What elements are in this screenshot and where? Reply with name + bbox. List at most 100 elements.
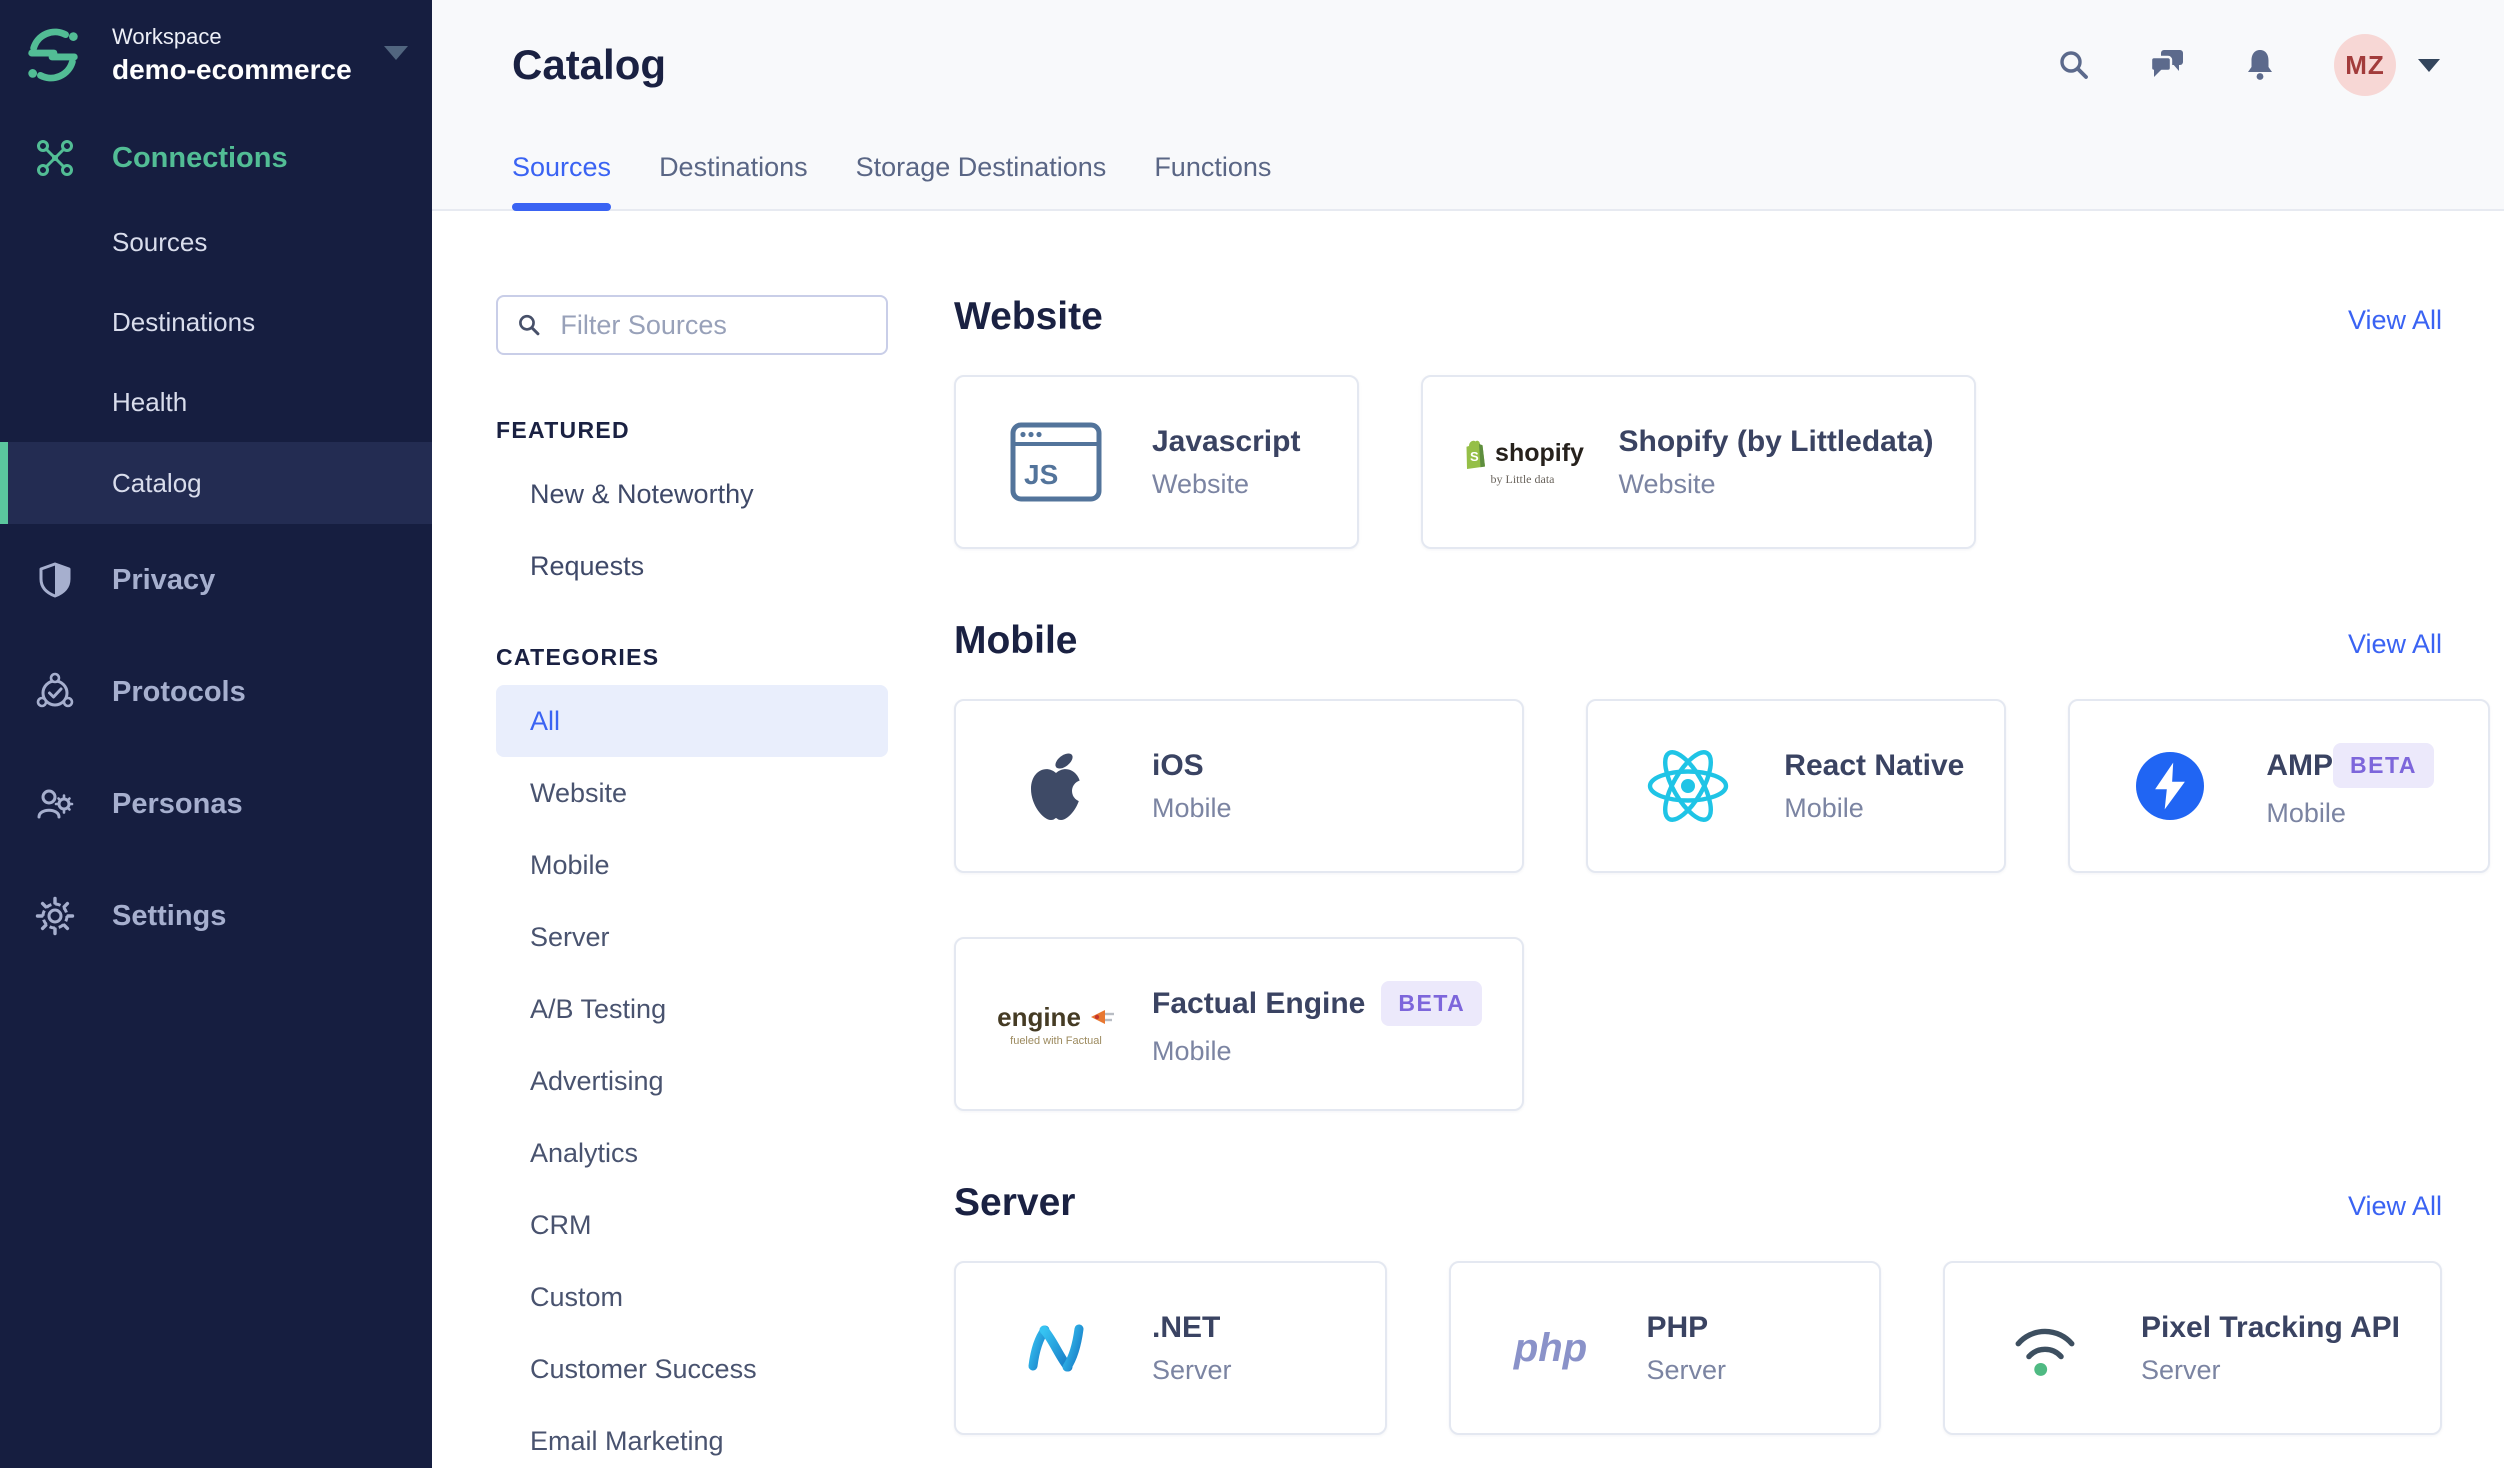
card-category: Mobile <box>1784 792 1864 823</box>
sidebar: Workspace demo-ecommerce Connections Sou… <box>0 0 432 1468</box>
card-category: Server <box>1152 1354 1232 1385</box>
beta-badge: BETA <box>1381 981 1483 1026</box>
sidebar-item-label: Privacy <box>112 563 216 596</box>
section-mobile: Mobile View All iOS Mobile React Native … <box>954 619 2490 1111</box>
category-item-advertising[interactable]: Advertising <box>496 1045 888 1117</box>
source-card-pixel-tracking-api[interactable]: Pixel Tracking API Server <box>1943 1261 2442 1435</box>
category-item-customer-success[interactable]: Customer Success <box>496 1333 888 1405</box>
category-item-custom[interactable]: Custom <box>496 1261 888 1333</box>
sidebar-item-label: Settings <box>112 899 227 932</box>
connections-icon <box>37 140 73 176</box>
workspace-switcher[interactable]: Workspace demo-ecommerce <box>0 0 432 86</box>
sidebar-item-label: Health <box>112 386 188 417</box>
active-indicator-bar <box>0 442 8 524</box>
tab-storage-destinations[interactable]: Storage Destinations <box>856 152 1107 209</box>
card-title: Pixel Tracking API <box>2141 1310 2400 1344</box>
page-title: Catalog <box>512 41 667 88</box>
category-item-server[interactable]: Server <box>496 901 888 973</box>
sidebar-item-personas[interactable]: Personas <box>0 748 432 860</box>
catalog-grid: Website View All JS Javascript Website S… <box>954 295 2490 1468</box>
tab-functions[interactable]: Functions <box>1154 152 1271 209</box>
sidebar-item-label: Protocols <box>112 675 246 708</box>
user-menu[interactable]: MZ <box>2334 34 2440 96</box>
sidebar-item-sources[interactable]: Sources <box>0 202 432 282</box>
category-item-mobile[interactable]: Mobile <box>496 829 888 901</box>
view-all-link[interactable]: View All <box>2348 629 2442 660</box>
filter-sources-box[interactable] <box>496 295 888 355</box>
chevron-down-icon[interactable] <box>2418 58 2440 72</box>
sidebar-item-label: Catalog <box>112 467 202 498</box>
workspace-name: demo-ecommerce <box>112 54 352 85</box>
featured-item-new-noteworthy[interactable]: New & Noteworthy <box>496 458 888 530</box>
workspace-text: Workspace demo-ecommerce <box>112 24 378 86</box>
source-card-dotnet[interactable]: .NET Server <box>954 1261 1387 1435</box>
featured-heading: FEATURED <box>496 417 630 443</box>
svg-text:S: S <box>1470 449 1479 464</box>
source-card-javascript[interactable]: JS Javascript Website <box>954 375 1359 549</box>
page-header: Catalog MZ Sources Destinations Storage … <box>432 0 2504 211</box>
workspace-label: Workspace <box>112 24 222 49</box>
beta-badge: BETA <box>2333 743 2434 788</box>
card-category: Server <box>1646 1354 1727 1385</box>
section-title: Server <box>954 1181 1076 1224</box>
search-icon <box>519 314 540 336</box>
sidebar-item-destinations[interactable]: Destinations <box>0 282 432 362</box>
featured-item-requests[interactable]: Requests <box>496 530 888 602</box>
filter-sources-input[interactable] <box>558 308 868 342</box>
sidebar-item-settings[interactable]: Settings <box>0 860 432 972</box>
dotnet-icon <box>1028 1324 1084 1372</box>
sidebar-bottom-nav: Privacy Protocols Personas Settings <box>0 524 432 972</box>
view-all-link[interactable]: View All <box>2348 305 2442 336</box>
source-card-php[interactable]: php PHP Server <box>1448 1261 1881 1435</box>
category-item-crm[interactable]: CRM <box>496 1189 888 1261</box>
card-category: Website <box>1152 468 1250 499</box>
search-icon[interactable] <box>2056 47 2092 83</box>
personas-icon <box>37 789 74 819</box>
card-category: Server <box>2141 1354 2221 1385</box>
tab-sources[interactable]: Sources <box>512 152 612 211</box>
category-item-ab-testing[interactable]: A/B Testing <box>496 973 888 1045</box>
shopify-icon: S shopify by Little data <box>1461 438 1584 487</box>
content-area: FEATURED New & Noteworthy Requests CATEG… <box>432 211 2504 1468</box>
avatar[interactable]: MZ <box>2334 34 2396 96</box>
bell-icon[interactable] <box>2242 47 2278 83</box>
sidebar-item-label: Destinations <box>112 306 256 337</box>
svg-text:JS: JS <box>1024 459 1058 490</box>
card-title: Shopify (by Littledata) <box>1618 424 1934 458</box>
source-card-shopify[interactable]: S shopify by Little data Shopify (by Lit <box>1420 375 1976 549</box>
tab-destinations[interactable]: Destinations <box>659 152 808 209</box>
segment-logo-icon <box>28 28 78 82</box>
categories-heading: CATEGORIES <box>496 644 660 670</box>
sidebar-item-protocols[interactable]: Protocols <box>0 636 432 748</box>
card-category: Mobile <box>1152 1036 1232 1066</box>
catalog-tabs: Sources Destinations Storage Destination… <box>432 152 2504 211</box>
header-actions: MZ <box>2056 34 2440 96</box>
php-icon: php <box>1513 1325 1588 1370</box>
react-icon <box>1648 750 1729 822</box>
sidebar-item-catalog[interactable]: Catalog <box>0 442 432 524</box>
shield-icon <box>39 562 71 598</box>
connections-subnav: Sources Destinations Health Catalog <box>0 202 432 524</box>
category-item-analytics[interactable]: Analytics <box>496 1117 888 1189</box>
sidebar-item-connections[interactable]: Connections <box>0 130 432 186</box>
category-item-all[interactable]: All <box>496 685 888 757</box>
card-category: Mobile <box>2266 798 2346 828</box>
category-item-website[interactable]: Website <box>496 757 888 829</box>
chat-icon[interactable] <box>2148 47 2186 83</box>
section-website: Website View All JS Javascript Website S… <box>954 295 2442 549</box>
sidebar-item-privacy[interactable]: Privacy <box>0 524 432 636</box>
view-all-link[interactable]: View All <box>2348 1191 2442 1222</box>
gear-icon <box>35 896 75 936</box>
source-card-amp[interactable]: AMP BETA Mobile <box>2068 699 2490 873</box>
source-card-ios[interactable]: iOS Mobile <box>954 699 1525 873</box>
apple-icon <box>1031 753 1088 820</box>
sidebar-item-health[interactable]: Health <box>0 362 432 442</box>
source-card-react-native[interactable]: React Native Mobile <box>1586 699 2007 873</box>
source-card-factual-engine[interactable]: engine fueled with Factual Factual Engin… <box>954 937 1525 1111</box>
category-item-email-marketing[interactable]: Email Marketing <box>496 1405 888 1468</box>
card-title: .NET <box>1152 1310 1221 1344</box>
section-server: Server View All .NET Server php PHP Serv… <box>954 1181 2442 1435</box>
pixel-wifi-icon <box>2015 1328 2075 1376</box>
chevron-down-icon <box>384 46 408 60</box>
main-area: Catalog MZ Sources Destinations Storage … <box>432 0 2504 1468</box>
